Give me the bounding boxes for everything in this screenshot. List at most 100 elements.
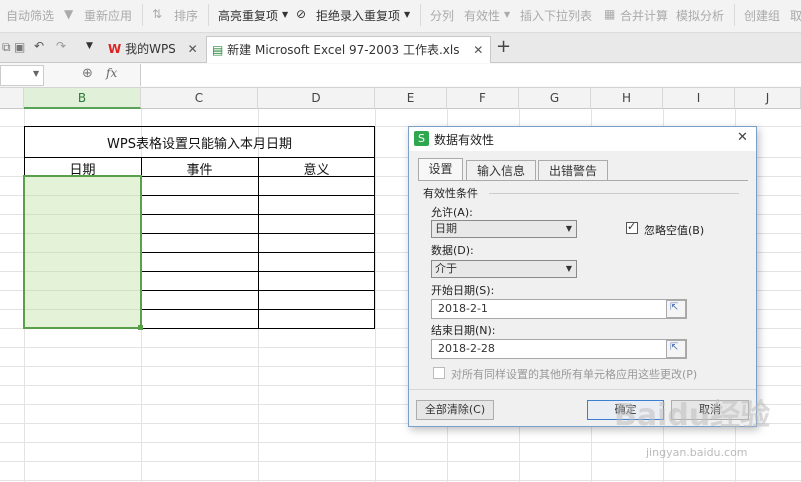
col-header-f[interactable]: F — [447, 88, 519, 109]
tab-my-wps[interactable]: W 我的WPS ✕ — [102, 36, 206, 62]
validity-section-label: 有效性条件 — [423, 187, 478, 200]
table-border — [374, 126, 375, 329]
ribbon-divider — [734, 4, 735, 26]
col-header-h[interactable]: H — [591, 88, 663, 109]
start-date-input[interactable]: 2018-2-1 — [431, 299, 687, 319]
reject-icon: ⊘ — [296, 7, 307, 21]
ignore-blank-label: 忽略空值(B) — [644, 224, 705, 237]
end-date-value: 2018-2-28 — [438, 342, 495, 355]
wps-logo-icon: W — [108, 42, 122, 56]
formula-bar: ▼ ⊕ fx — [0, 63, 801, 88]
name-box[interactable]: ▼ — [0, 65, 44, 86]
tab-excel-file[interactable]: ▤ 新建 Microsoft Excel 97-2003 工作表.xls ✕ — [206, 36, 491, 65]
close-icon[interactable]: ✕ — [473, 43, 483, 57]
tab-error-alert[interactable]: 出错警告 — [538, 160, 608, 180]
create-group-button[interactable]: 创建组 — [744, 7, 780, 24]
cancel-group-button[interactable]: 取 — [790, 7, 801, 24]
chevron-down-icon: ▼ — [565, 264, 572, 273]
function-icon[interactable]: fx — [106, 66, 117, 80]
clear-all-button[interactable]: 全部清除(C) — [416, 400, 494, 420]
merge-calc-button[interactable]: 合并计算 — [620, 7, 668, 24]
close-icon[interactable]: ✕ — [188, 42, 198, 56]
baidu-watermark: Baidu经验 — [614, 398, 771, 433]
chevron-down-icon[interactable]: ▼ — [504, 10, 510, 19]
ignore-blank-checkbox[interactable]: ✓ — [626, 220, 638, 234]
highlight-duplicates-button[interactable]: 高亮重复项 — [218, 7, 278, 24]
col-header-b[interactable]: B — [24, 88, 141, 109]
new-tab-icon[interactable]: + — [496, 36, 511, 57]
reapply-button[interactable]: 重新应用 — [84, 7, 132, 24]
allow-select[interactable]: 日期 ▼ — [431, 220, 577, 238]
ribbon-divider — [142, 4, 143, 26]
table-border — [24, 157, 375, 158]
allow-label: 允许(A): — [431, 206, 473, 219]
tab-panel-border — [418, 180, 748, 181]
ribbon-divider — [420, 4, 421, 26]
tab-excel-file-label: 新建 Microsoft Excel 97-2003 工作表.xls — [227, 43, 460, 57]
insert-dropdown-button[interactable]: 插入下拉列表 — [520, 7, 592, 24]
split-column-button[interactable]: 分列 — [430, 7, 454, 24]
validity-button[interactable]: 有效性 — [464, 7, 500, 24]
merge-icon: ▦ — [604, 7, 616, 21]
table-header-meaning: 意义 — [303, 163, 330, 178]
col-header-d[interactable]: D — [258, 88, 375, 109]
col-header-j[interactable]: J — [735, 88, 801, 109]
table-title: WPS表格设置只能输入本月日期 — [107, 137, 292, 152]
allow-select-value: 日期 — [435, 222, 457, 235]
col-header-g[interactable]: G — [519, 88, 591, 109]
ribbon-toolbar: 自动筛选 ▼ 重新应用 ⇅ 排序 高亮重复项 ▼ ⊘ 拒绝录入重复项 ▼ 分列 … — [0, 0, 801, 33]
document-tab-bar: ⧉ ▣ ↶ ↷ ▼ W 我的WPS ✕ ▤ 新建 Microsoft Excel… — [0, 33, 801, 65]
formula-input[interactable] — [140, 64, 801, 86]
sort-button[interactable]: 排序 — [174, 7, 198, 24]
grid-line — [0, 461, 801, 462]
start-date-value: 2018-2-1 — [438, 302, 488, 315]
simulate-button[interactable]: 模拟分析 — [676, 7, 724, 24]
table-header-event: 事件 — [186, 163, 213, 178]
ribbon-divider — [208, 4, 209, 26]
section-divider — [489, 193, 739, 194]
end-date-input[interactable]: 2018-2-28 — [431, 339, 687, 359]
data-operator-select[interactable]: 介于 ▼ — [431, 260, 577, 278]
end-date-label: 结束日期(N): — [431, 324, 496, 337]
close-icon[interactable]: ✕ — [737, 130, 748, 145]
undo-icon[interactable]: ↶ — [34, 39, 44, 53]
range-picker-icon[interactable]: ⇱ — [666, 300, 686, 318]
filter-icon: ▼ — [64, 7, 74, 21]
apply-all-checkbox[interactable] — [433, 367, 445, 379]
tab-input-message[interactable]: 输入信息 — [466, 160, 536, 180]
grid-line — [0, 480, 801, 481]
range-picker-icon[interactable]: ⇱ — [666, 340, 686, 358]
auto-filter-button[interactable]: 自动筛选 — [6, 7, 54, 24]
col-header-e[interactable]: E — [375, 88, 447, 109]
check-icon: ✓ — [627, 220, 637, 233]
apps-icon[interactable]: ⧉ — [2, 40, 11, 55]
tab-settings[interactable]: 设置 — [418, 158, 463, 180]
chevron-down-icon[interactable]: ▼ — [404, 10, 410, 19]
data-label: 数据(D): — [431, 244, 474, 257]
table-header-date: 日期 — [69, 163, 96, 178]
col-header-i[interactable]: I — [663, 88, 735, 109]
chevron-down-icon: ▼ — [565, 224, 572, 233]
apply-all-label: 对所有同样设置的其他所有单元格应用这些更改(P) — [451, 368, 698, 381]
fill-handle[interactable] — [138, 325, 143, 330]
range-picker-glyph: ⇱ — [670, 302, 679, 313]
col-header-a[interactable] — [0, 88, 24, 109]
zoom-icon[interactable]: ⊕ — [82, 66, 93, 81]
dialog-title: 数据有效性 — [434, 133, 495, 147]
col-header-c[interactable]: C — [141, 88, 258, 109]
dialog-title-bar[interactable]: S 数据有效性 ✕ — [409, 127, 756, 151]
grid-line — [375, 109, 376, 482]
reject-duplicates-button[interactable]: 拒绝录入重复项 — [316, 7, 400, 24]
spreadsheet-icon: ▤ — [212, 43, 224, 57]
customize-dropdown-icon[interactable]: ▼ — [86, 41, 93, 51]
grid-line — [0, 442, 801, 443]
save-icon[interactable]: ▣ — [14, 40, 25, 54]
chevron-down-icon[interactable]: ▼ — [282, 10, 288, 19]
redo-icon[interactable]: ↷ — [56, 39, 66, 53]
selection-outline — [23, 175, 142, 329]
chevron-down-icon[interactable]: ▼ — [33, 69, 39, 78]
tab-my-wps-label: 我的WPS — [125, 42, 176, 56]
spreadsheet-icon: S — [414, 131, 429, 146]
data-operator-value: 介于 — [435, 262, 457, 275]
watermark-url: jingyan.baidu.com — [646, 446, 748, 459]
